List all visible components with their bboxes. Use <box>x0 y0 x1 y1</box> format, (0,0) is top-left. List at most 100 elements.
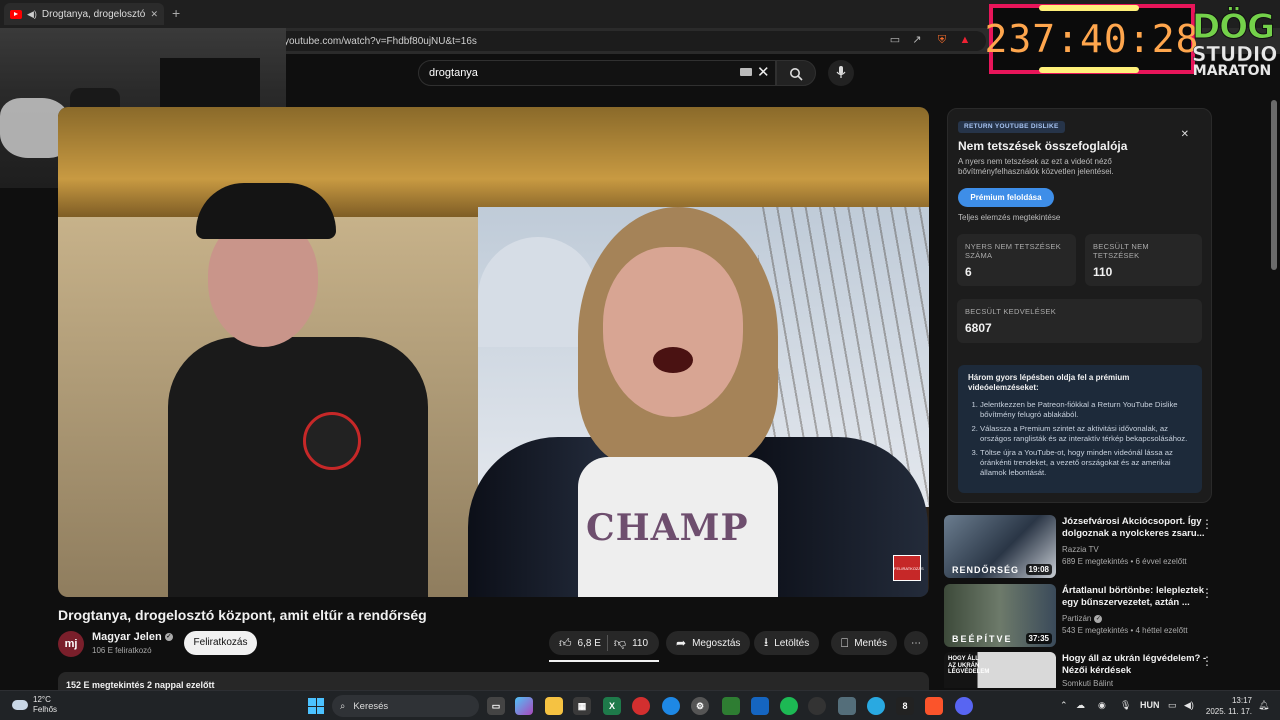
notification-icon[interactable]: 🔔︎ <box>1258 700 1269 711</box>
timer-bar-bottom <box>1039 67 1139 73</box>
video-thumbnail[interactable]: BEÉPÍTVE 37:35 <box>944 584 1056 647</box>
app-icon-8[interactable]: 8 <box>896 697 914 715</box>
settings-gear-icon[interactable]: ⚙ <box>691 697 709 715</box>
premium-unlock-button[interactable]: Prémium feloldása <box>958 188 1054 207</box>
app-icon-red[interactable] <box>632 697 650 715</box>
search-input[interactable]: drogtanya <box>418 60 776 86</box>
tray-chevron-icon[interactable]: ⌃ <box>1060 700 1068 711</box>
network-icon[interactable]: ▭ <box>1168 700 1177 711</box>
cast-icon[interactable]: ▭ <box>888 33 902 47</box>
search-button[interactable] <box>776 60 816 86</box>
like-count[interactable]: 6,8 E <box>578 638 601 649</box>
edge-icon[interactable] <box>662 697 680 715</box>
recommended-title[interactable]: Józsefvárosi Akciócsoport. Így dolgoznak… <box>1062 516 1207 541</box>
telegram-icon[interactable] <box>867 697 885 715</box>
search-query: drogtanya <box>429 67 478 79</box>
panel-description: A nyers nem tetszések az ezt a videót né… <box>958 157 1114 177</box>
tray-mic-icon[interactable]: 🎙︎ <box>1120 700 1131 711</box>
recommended-channel[interactable]: Razzia TV <box>1062 545 1099 554</box>
video-player[interactable]: CHAMP FELIRATKOZÁS <box>58 107 929 597</box>
shirt-text: CHAMP <box>586 507 749 549</box>
browser-tab-active[interactable]: ◀) Drogtanya, drogelosztó közp ✕ <box>4 3 164 25</box>
stat-label: BECSÜLT NEM TETSZÉSEK <box>1093 242 1149 260</box>
brave-shield-icon[interactable]: ⛨ <box>935 33 949 47</box>
share-label: Megosztás <box>692 637 741 649</box>
task-view-icon[interactable]: ▭ <box>487 697 505 715</box>
taskbar-clock[interactable]: 13:17 2025. 11. 17. <box>1200 695 1252 717</box>
full-analysis-link[interactable]: Teljes elemzés megtekintése <box>958 213 1060 222</box>
verified-icon: ✓ <box>1094 614 1103 623</box>
store-icon[interactable]: ▦ <box>573 697 591 715</box>
tab-close-icon[interactable]: ✕ <box>150 9 158 20</box>
view-count-date: 152 E megtekintés 2 nappal ezelőtt <box>66 680 215 690</box>
logo-line-3: MARATON <box>1192 63 1272 79</box>
share-button[interactable]: ➦ Megosztás <box>666 631 751 655</box>
copilot-icon[interactable] <box>515 697 533 715</box>
download-button[interactable]: ⭳ Letöltés <box>754 631 820 655</box>
recommended-title[interactable]: Hogy áll az ukrán légvédelem? - Nézői ké… <box>1062 653 1207 678</box>
windows-start-icon[interactable] <box>308 698 324 714</box>
timer-value: 237:40:28 <box>984 17 1200 61</box>
info-step: Válassza a Premium szintet az aktivitási… <box>980 424 1192 444</box>
volume-icon[interactable]: ◀) <box>1184 700 1194 711</box>
brave-rewards-icon[interactable]: ▲ <box>958 33 972 47</box>
dislike-count[interactable]: 110 <box>632 638 648 649</box>
microphone-icon <box>836 66 846 78</box>
recommended-video[interactable]: RENDŐRSÉG 19:08 Józsefvárosi Akciócsopor… <box>944 515 1219 581</box>
video-thumbnail[interactable]: HOGY ÁLL AZ UKRÁN LÉGVÉDELEM <box>944 652 1056 688</box>
url-field[interactable]: youtube.com/watch?v=Fhdbf80ujNU&t=16s <box>276 31 986 51</box>
duration-badge: 37:35 <box>1025 633 1052 644</box>
audio-icon[interactable]: ◀) <box>27 9 37 20</box>
stat-label: BECSÜLT KEDVELÉSEK <box>965 307 1056 316</box>
new-tab-button[interactable]: + <box>172 5 180 21</box>
channel-avatar[interactable]: mj <box>58 631 84 657</box>
app-icon-dark[interactable] <box>808 697 826 715</box>
taskbar-search[interactable]: ⌕ Keresés <box>332 695 479 717</box>
like-icon[interactable]: 👍︎ <box>559 636 572 651</box>
recommended-channel[interactable]: Partizán ✓ <box>1062 614 1103 623</box>
recommended-title[interactable]: Ártatlanul börtönbe: lelepleztek egy bűn… <box>1062 585 1207 610</box>
like-dislike-group: 👍︎ 6,8 E 👎︎ 110 <box>549 631 659 655</box>
spotify-icon[interactable] <box>780 697 798 715</box>
recommended-channel[interactable]: Somkuti Bálint <box>1062 679 1113 688</box>
tray-cloud-icon[interactable]: ☁ <box>1076 700 1085 711</box>
channel-name[interactable]: Magyar Jelen ✓ <box>92 631 173 643</box>
language-indicator[interactable]: HUN <box>1140 700 1160 710</box>
excel-icon[interactable]: X <box>603 697 621 715</box>
stat-card-estimated-dislikes: BECSÜLT NEM TETSZÉSEK 110 <box>1085 234 1202 286</box>
taskbar-search-placeholder: Keresés <box>353 700 389 712</box>
tray-app-icon[interactable]: ◉ <box>1098 700 1106 711</box>
more-vertical-icon[interactable]: ⋮ <box>1201 586 1213 600</box>
info-steps: Jelentkezzen be Patreon-fiókkal a Return… <box>968 400 1192 478</box>
page-scrollbar[interactable] <box>1271 100 1277 270</box>
notepad-icon[interactable] <box>751 697 769 715</box>
brave-browser-icon[interactable] <box>925 697 943 715</box>
dislike-icon[interactable]: 👎︎ <box>614 636 626 651</box>
recommended-video[interactable]: BEÉPÍTVE 37:35 Ártatlanul börtönbe: lele… <box>944 584 1219 650</box>
video-person-woman: CHAMP <box>458 207 928 597</box>
close-icon[interactable]: ✕ <box>1181 129 1189 140</box>
description-box[interactable]: 152 E megtekintés 2 nappal ezelőtt <box>58 672 929 692</box>
share-icon: ➦ <box>676 636 687 650</box>
video-thumbnail[interactable]: RENDŐRSÉG 19:08 <box>944 515 1056 578</box>
clear-search-icon[interactable]: ✕ <box>757 63 770 81</box>
recommended-video[interactable]: HOGY ÁLL AZ UKRÁN LÉGVÉDELEM Hogy áll az… <box>944 652 1219 688</box>
xbox-icon[interactable] <box>722 697 740 715</box>
more-actions-button[interactable]: ⋯ <box>904 631 928 655</box>
stat-value: 6807 <box>965 321 992 335</box>
subscribe-watermark[interactable]: FELIRATKOZÁS <box>893 555 924 581</box>
discord-icon[interactable] <box>955 697 973 715</box>
channel-name-text: Magyar Jelen <box>92 631 162 643</box>
info-step: Töltse újra a YouTube-ot, hogy minden vi… <box>980 448 1192 478</box>
share-page-icon[interactable]: ↗ <box>910 33 924 47</box>
voice-search-button[interactable] <box>828 60 854 86</box>
save-button[interactable]: ⎕ Mentés <box>831 631 897 655</box>
subscribe-button[interactable]: Feliratkozás <box>184 631 257 655</box>
keyboard-icon[interactable] <box>740 68 752 76</box>
more-vertical-icon[interactable]: ⋮ <box>1201 517 1213 531</box>
file-explorer-icon[interactable] <box>545 697 563 715</box>
video-person-man <box>168 177 428 597</box>
more-vertical-icon[interactable]: ⋮ <box>1201 654 1213 668</box>
calculator-icon[interactable] <box>838 697 856 715</box>
weather-widget[interactable]: 12°C Felhős <box>12 695 57 714</box>
